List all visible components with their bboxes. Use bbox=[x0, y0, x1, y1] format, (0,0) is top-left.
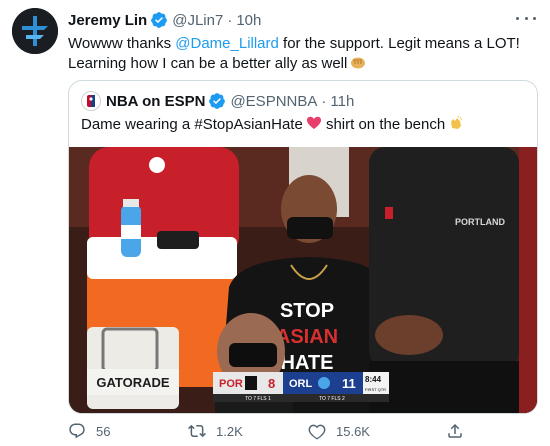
shirt-text-stop: STOP bbox=[280, 300, 334, 322]
verified-badge-icon bbox=[150, 11, 168, 29]
quoted-text-pre: Dame wearing a #StopAsianHate bbox=[81, 116, 303, 133]
mention-link[interactable]: @Dame_Lillard bbox=[175, 35, 279, 52]
more-options-icon[interactable] bbox=[516, 10, 536, 26]
scorebug-away-score: 11 bbox=[342, 376, 356, 391]
tweet-text-post: for the support. Legit means a LOT! bbox=[278, 35, 520, 52]
quoted-tweet-media-photo[interactable]: GATORADE STOP ASIAN HATE PORTLAND POR 8 … bbox=[69, 147, 537, 413]
separator-dot: · bbox=[321, 92, 327, 110]
quoted-tweet-header: NBA on ESPN @ESPNNBA · 11h bbox=[81, 91, 354, 111]
share-icon bbox=[448, 423, 462, 438]
shirt-text-hate: HATE bbox=[281, 352, 334, 374]
like-count: 15.6K bbox=[336, 423, 370, 439]
tweet-text-line2: Learning how I can be a better ally as w… bbox=[68, 54, 538, 74]
tweet-text: Wowww thanks @Dame_Lillard for the suppo… bbox=[68, 34, 538, 74]
player-face-mask bbox=[287, 217, 333, 239]
quoted-author-handle[interactable]: @ESPNNBA bbox=[230, 93, 317, 110]
scorebug-period: FIRST QTR bbox=[365, 387, 386, 392]
clapping-hands-emoji-icon bbox=[448, 115, 464, 131]
author-name[interactable]: Jeremy Lin bbox=[68, 12, 147, 29]
reply-button[interactable]: 56 bbox=[68, 420, 110, 442]
verified-badge-icon bbox=[208, 92, 226, 110]
clasped-hands bbox=[375, 315, 443, 355]
jersey-text: PORTLAND bbox=[455, 217, 505, 227]
quoted-tweet[interactable]: NBA on ESPN @ESPNNBA · 11h Dame wearing … bbox=[68, 80, 538, 414]
tweet[interactable]: Jeremy Lin @JLin7 · 10h Wowww thanks @Da… bbox=[0, 0, 550, 446]
author-handle[interactable]: @JLin7 bbox=[172, 12, 223, 29]
like-button[interactable]: 15.6K bbox=[308, 420, 370, 442]
scorebug-away-team: ORL bbox=[289, 378, 313, 390]
scorebug-home-score: 8 bbox=[268, 376, 275, 391]
scorebug-home-team: POR bbox=[219, 378, 243, 390]
tweet-text-line2-content: Learning how I can be a better ally as w… bbox=[68, 55, 348, 72]
scorebug-away-sub: TO 7 FLS 2 bbox=[319, 396, 345, 402]
nba-logo-avatar-icon[interactable] bbox=[81, 91, 101, 111]
scorebug: POR 8 ORL 11 8:44 FIRST QTR TO 7 FLS 1 T… bbox=[213, 372, 389, 402]
scorebug-sub-panel bbox=[213, 394, 389, 402]
retweet-count: 1.2K bbox=[216, 423, 243, 439]
tweet-text-pre: Wowww thanks bbox=[68, 35, 176, 52]
scorebug-home-sub: TO 7 FLS 1 bbox=[245, 396, 271, 402]
shirt-text-asian: ASIAN bbox=[276, 326, 338, 348]
scorebug-away-logo bbox=[318, 377, 330, 389]
retweet-icon bbox=[188, 424, 206, 438]
reply-count: 56 bbox=[96, 423, 111, 439]
separator-dot: · bbox=[227, 11, 233, 29]
bench-seat-edge bbox=[519, 147, 537, 413]
retweet-button[interactable]: 1.2K bbox=[188, 420, 243, 442]
quoted-tweet-text: Dame wearing a #StopAsianHate shirt on t… bbox=[81, 115, 464, 135]
foreground-person-mask bbox=[229, 343, 277, 367]
fist-bump-emoji-icon bbox=[350, 54, 366, 70]
portland-player-legs bbox=[369, 361, 537, 413]
gatorade-label: GATORADE bbox=[96, 375, 170, 390]
share-button[interactable] bbox=[446, 420, 474, 442]
tweet-header: Jeremy Lin @JLin7 · 10h bbox=[68, 10, 261, 30]
quoted-author-name[interactable]: NBA on ESPN bbox=[106, 93, 205, 110]
avatar-logo-icon bbox=[12, 8, 58, 54]
scorebug-clock: 8:44 bbox=[365, 375, 382, 384]
heart-emoji-icon bbox=[306, 115, 322, 131]
quoted-text-post: shirt on the bench bbox=[321, 116, 446, 133]
author-avatar[interactable] bbox=[12, 8, 58, 54]
heart-icon bbox=[308, 424, 326, 440]
tweet-timestamp[interactable]: 10h bbox=[236, 12, 261, 29]
bottle-cap bbox=[123, 199, 139, 207]
hoodie-logo bbox=[149, 157, 165, 173]
tweet-actions-bar: 56 1.2K 15.6K bbox=[68, 420, 538, 442]
reply-icon bbox=[69, 423, 85, 439]
jersey-logo bbox=[385, 207, 393, 219]
scorebug-home-logo bbox=[245, 376, 257, 390]
quoted-tweet-timestamp[interactable]: 11h bbox=[330, 93, 354, 110]
towel bbox=[157, 231, 199, 249]
bottle-label bbox=[121, 225, 141, 239]
cooler-cart bbox=[87, 327, 179, 409]
tweet-text-line1: Wowww thanks @Dame_Lillard for the suppo… bbox=[68, 34, 538, 54]
